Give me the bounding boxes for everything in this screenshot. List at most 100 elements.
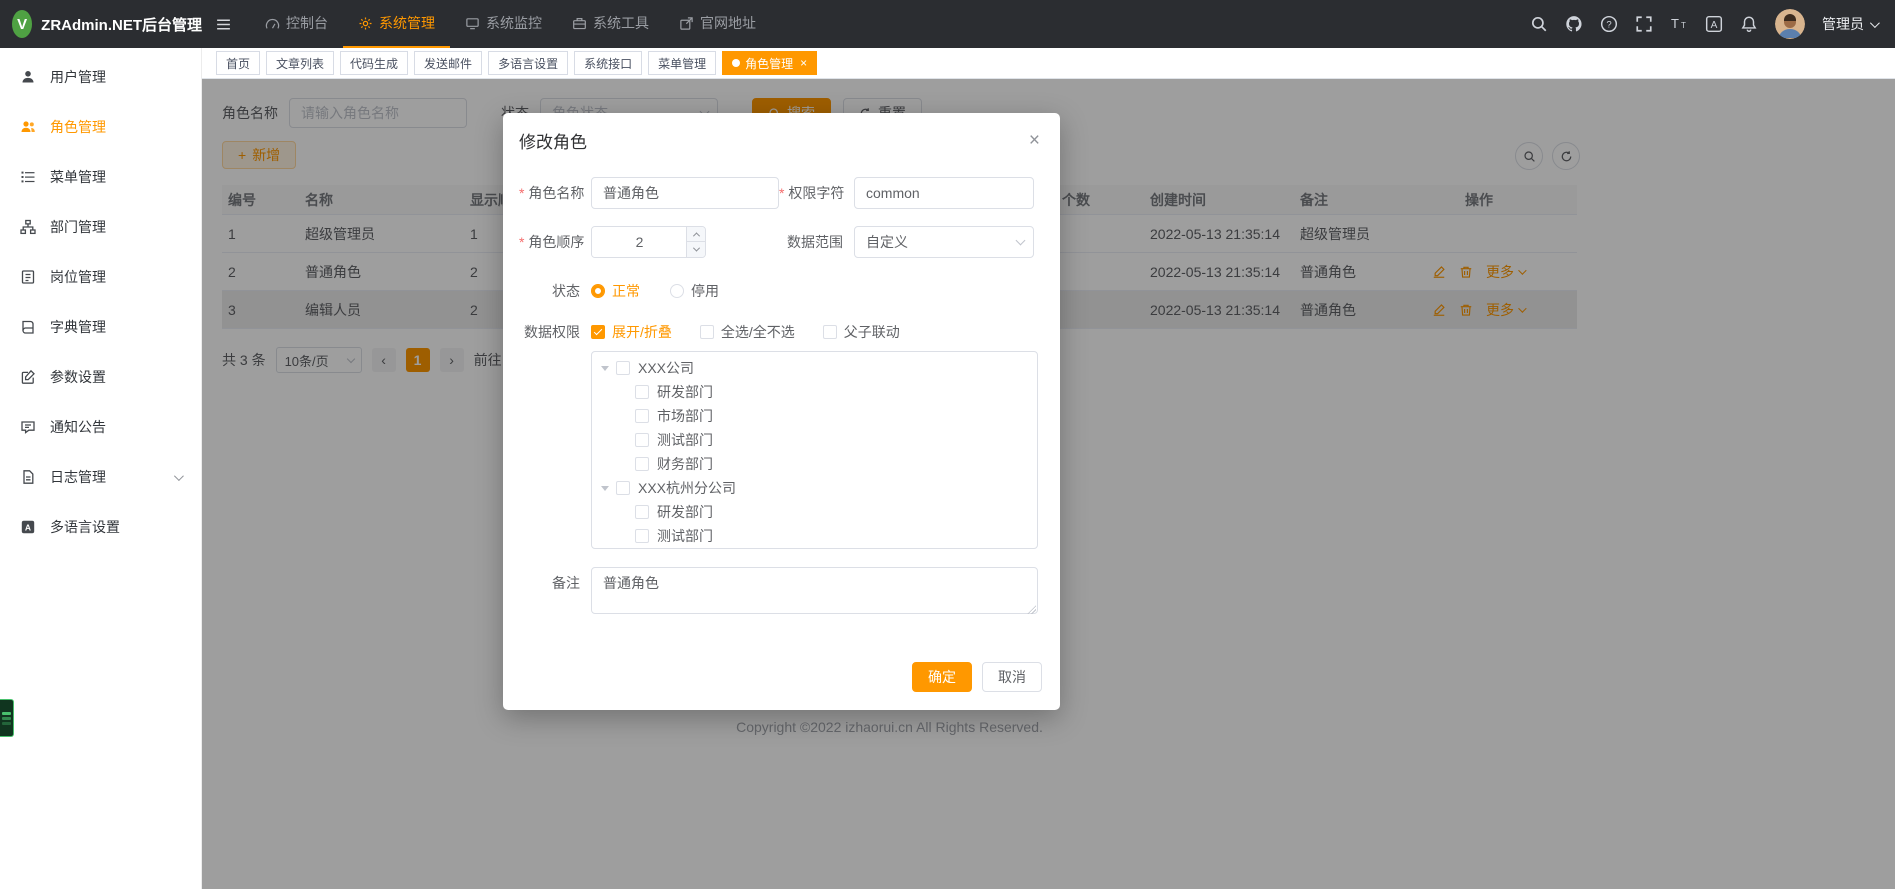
tree-node-dept[interactable]: 测试部门	[592, 428, 1037, 452]
dialog-body: 角色名称 权限字符 角色顺序 数据	[503, 159, 1060, 617]
fullscreen-icon[interactable]	[1635, 15, 1653, 33]
tree-checkbox[interactable]	[635, 529, 649, 543]
language-square-icon: A	[20, 519, 36, 535]
checkbox-parent-child-link[interactable]: 父子联动	[823, 319, 900, 345]
role-order-input[interactable]	[592, 227, 687, 257]
tree-checkbox[interactable]	[635, 385, 649, 399]
nav-item-system-mgmt[interactable]: 系统管理	[343, 0, 450, 48]
tree-node-label: 测试部门	[657, 430, 713, 450]
caret-down-icon[interactable]	[601, 486, 609, 491]
tree-node-dept[interactable]: 市场部门	[592, 404, 1037, 428]
gear-icon	[358, 16, 373, 31]
language-icon[interactable]: A	[1705, 15, 1723, 33]
tree-node-company[interactable]: XXX公司	[592, 356, 1037, 380]
perm-char-field[interactable]	[854, 177, 1034, 209]
chevron-down-icon	[1016, 236, 1026, 246]
tree-checkbox[interactable]	[635, 457, 649, 471]
chevron-down-icon	[174, 471, 184, 481]
svg-text:?: ?	[1606, 19, 1611, 30]
stepper-down-button[interactable]	[687, 242, 705, 257]
close-icon[interactable]: ×	[1029, 131, 1040, 150]
tree-node-dept[interactable]: 研发部门	[592, 500, 1037, 524]
nav-item-system-monitor[interactable]: 系统监控	[450, 0, 557, 48]
tab-code-gen[interactable]: 代码生成	[340, 51, 408, 75]
tree-checkbox[interactable]	[616, 361, 630, 375]
tab-label: 发送邮件	[424, 55, 472, 72]
avatar[interactable]	[1775, 9, 1805, 39]
tab-i18n[interactable]: 多语言设置	[488, 51, 568, 75]
sidebar-item-menus[interactable]: 菜单管理	[0, 152, 201, 202]
sidebar-item-label: 参数设置	[50, 367, 106, 387]
sidebar-item-dictionary[interactable]: 字典管理	[0, 302, 201, 352]
tree-node-label: 市场部门	[657, 406, 713, 426]
tab-role-mgmt[interactable]: 角色管理 ×	[722, 51, 817, 75]
help-icon[interactable]: ?	[1600, 15, 1618, 33]
caret-down-icon[interactable]	[601, 366, 609, 371]
data-scope-select[interactable]: 自定义	[854, 226, 1034, 258]
data-perm-label: 数据权限	[519, 319, 591, 345]
nav-item-system-tools[interactable]: 系统工具	[557, 0, 664, 48]
tab-system-api[interactable]: 系统接口	[574, 51, 642, 75]
svg-text:T: T	[1681, 21, 1686, 30]
tab-label: 角色管理	[745, 55, 793, 72]
sidebar-item-users[interactable]: 用户管理	[0, 52, 201, 102]
sidebar-item-label: 角色管理	[50, 117, 106, 137]
role-order-stepper[interactable]	[591, 226, 706, 258]
tree-node-branch[interactable]: XXX杭州分公司	[592, 476, 1037, 500]
sidebar-item-i18n[interactable]: A 多语言设置	[0, 502, 201, 552]
edit-role-dialog: 修改角色 × 角色名称 权限字符 角色顺序	[503, 113, 1060, 710]
sidebar-item-notices[interactable]: 通知公告	[0, 402, 201, 452]
confirm-button[interactable]: 确定	[912, 662, 972, 692]
tree-node-label: 研发部门	[657, 502, 713, 522]
tab-home[interactable]: 首页	[216, 51, 260, 75]
sidebar-item-roles[interactable]: 角色管理	[0, 102, 201, 152]
nav-item-console[interactable]: 控制台	[250, 0, 343, 48]
widget-bar	[2, 717, 11, 720]
sidebar-item-label: 字典管理	[50, 317, 106, 337]
dialog-header: 修改角色 ×	[503, 113, 1060, 159]
checkbox-select-all[interactable]: 全选/全不选	[700, 319, 795, 345]
dashboard-icon	[265, 16, 280, 31]
search-icon[interactable]	[1530, 15, 1548, 33]
github-icon[interactable]	[1565, 15, 1583, 33]
close-icon[interactable]: ×	[800, 57, 807, 69]
tree-node-label: 测试部门	[657, 526, 713, 546]
radio-status-normal[interactable]: 正常	[591, 275, 640, 307]
tree-checkbox[interactable]	[616, 481, 630, 495]
org-tree-icon	[20, 219, 36, 235]
tree-checkbox[interactable]	[635, 409, 649, 423]
nav-label: 系统管理	[379, 13, 435, 33]
checkbox-icon	[591, 325, 605, 339]
nav-label: 官网地址	[700, 13, 756, 33]
font-size-icon[interactable]: TT	[1670, 15, 1688, 33]
nav-item-official-site[interactable]: 官网地址	[664, 0, 771, 48]
tab-menu-mgmt[interactable]: 菜单管理	[648, 51, 716, 75]
bell-icon[interactable]	[1740, 15, 1758, 33]
tab-send-mail[interactable]: 发送邮件	[414, 51, 482, 75]
checkbox-expand-collapse[interactable]: 展开/折叠	[591, 319, 672, 345]
sidebar-item-posts[interactable]: 岗位管理	[0, 252, 201, 302]
role-name-field[interactable]	[591, 177, 779, 209]
cancel-button[interactable]: 取消	[982, 662, 1042, 692]
sidebar-item-logs[interactable]: 日志管理	[0, 452, 201, 502]
tab-label: 多语言设置	[498, 55, 558, 72]
nav-label: 系统监控	[486, 13, 542, 33]
tree-checkbox[interactable]	[635, 433, 649, 447]
hamburger-menu-icon[interactable]	[202, 0, 244, 48]
tree-node-dept[interactable]: 研发部门	[592, 380, 1037, 404]
remark-textarea[interactable]: 普通角色	[591, 567, 1038, 614]
sidebar-item-departments[interactable]: 部门管理	[0, 202, 201, 252]
user-menu[interactable]: 管理员	[1822, 14, 1877, 34]
radio-status-disabled[interactable]: 停用	[670, 275, 719, 307]
stepper-up-button[interactable]	[687, 227, 705, 242]
role-name-label: 角色名称	[519, 177, 591, 209]
tab-article-list[interactable]: 文章列表	[266, 51, 334, 75]
toolbox-icon	[572, 16, 587, 31]
edit-square-icon	[20, 369, 36, 385]
sidebar-item-parameters[interactable]: 参数设置	[0, 352, 201, 402]
username: 管理员	[1822, 14, 1864, 34]
checkbox-icon	[823, 325, 837, 339]
tree-node-dept[interactable]: 财务部门	[592, 452, 1037, 476]
tree-node-dept[interactable]: 测试部门	[592, 524, 1037, 548]
tree-checkbox[interactable]	[635, 505, 649, 519]
